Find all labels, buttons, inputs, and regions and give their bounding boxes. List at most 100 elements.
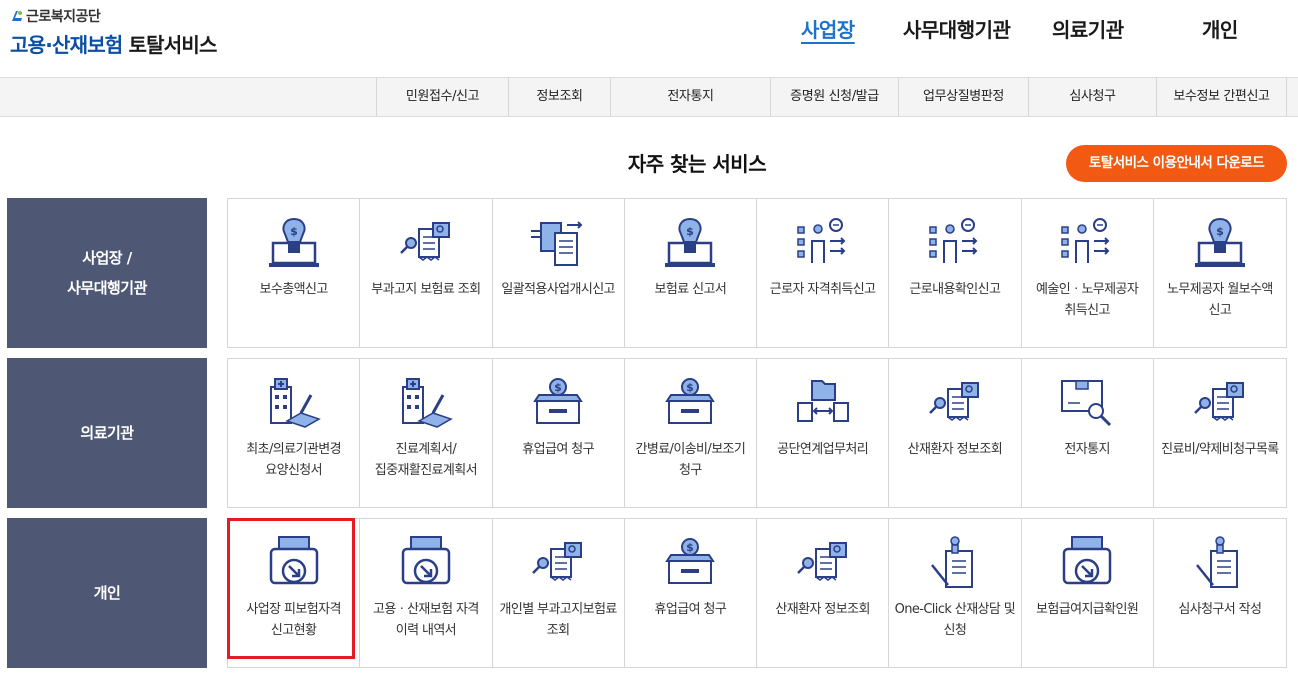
service-grid-medical: 최초/의료기관변경 요양신청서 진료계획서/집중재활진료계획서 $ 휴업급여 청구 $ 간…: [227, 358, 1287, 508]
money-laptop-icon: $: [659, 213, 721, 275]
service-item[interactable]: One-Click 산재상담 및 신청: [889, 519, 1022, 667]
service-item[interactable]: $ 휴업급여 청구: [493, 359, 625, 507]
service-item-label: 보수총액신고: [259, 282, 329, 297]
submenu-disease[interactable]: 업무상질병판정: [898, 78, 1028, 116]
service-item[interactable]: 진료비/약제비청구목록: [1154, 359, 1286, 507]
hospital-document-icon: [263, 373, 325, 435]
service-item-label: 보험료 신고서: [654, 282, 727, 297]
service-item-label: 노무제공자 월보수액 신고: [1166, 282, 1273, 318]
hospital-document-icon: [395, 373, 457, 435]
top-navigation: 사업장 사무대행기관 의료기관 개인: [0, 14, 1298, 44]
service-item[interactable]: 전자통지: [1022, 359, 1154, 507]
category-personal: 개인: [7, 518, 207, 668]
stamp-document-icon: [1189, 533, 1251, 595]
service-item-label: 휴업급여 청구: [522, 442, 594, 457]
document-search-icon: [924, 373, 986, 435]
nav-medical[interactable]: 의료기관: [1052, 14, 1124, 43]
service-item[interactable]: 산재환자 정보조회: [757, 519, 890, 667]
svg-text:$: $: [687, 541, 695, 554]
document-search-icon: [792, 533, 854, 595]
service-item-label: 부과고지 보험료 조회: [371, 282, 481, 297]
service-item-label: 전자통지: [1064, 442, 1110, 457]
svg-text:$: $: [290, 225, 298, 238]
service-item-label: 심사청구서 작성: [1178, 602, 1262, 617]
service-item-label: 고용ㆍ산재보험 자격 이력 내역서: [372, 602, 479, 638]
service-item[interactable]: 사업장 피보험자격 신고현황: [228, 519, 361, 667]
service-grid-workplace: $ 보수총액신고 부과고지 보험료 조회 일괄적용사업개시신고 $ 보험료 신고서 근로자 …: [227, 198, 1287, 348]
submenu-info[interactable]: 정보조회: [508, 78, 610, 116]
printer-download-icon: [395, 533, 457, 595]
category-medical: 의료기관: [7, 358, 207, 508]
svg-text:$: $: [1216, 225, 1224, 238]
service-item-label: 산재환자 정보조회: [907, 442, 1003, 457]
service-item[interactable]: $ 간병료/이송비/보조기 청구: [625, 359, 757, 507]
folder-exchange-icon: [792, 373, 854, 435]
service-item-label: 최초/의료기관변경 요양신청서: [246, 442, 341, 478]
category-label: 사업장 /: [82, 249, 132, 267]
monitor-search-icon: [1056, 373, 1118, 435]
service-item-label: 예술인ㆍ노무제공자 취득신고: [1036, 282, 1139, 318]
svg-text:$: $: [687, 225, 695, 238]
service-item[interactable]: 최초/의료기관변경 요양신청서: [228, 359, 361, 507]
service-item-label: 근로자 자격취득신고: [769, 282, 876, 297]
service-item[interactable]: $ 보험료 신고서: [625, 199, 757, 347]
service-item-label: 진료계획서/집중재활진료계획서: [374, 442, 478, 478]
document-search-icon: [395, 213, 457, 275]
service-item-label: 공단연계업무처리: [777, 442, 869, 457]
category-label: 의료기관: [80, 424, 134, 442]
site-header: 근로복지공단 고용·산재보험 토탈서비스 사업장 사무대행기관 의료기관 개인: [0, 0, 1298, 77]
printer-download-icon: [263, 533, 325, 595]
service-item[interactable]: $ 보수총액신고: [228, 199, 361, 347]
service-grid-personal: 사업장 피보험자격 신고현황 고용ㆍ산재보험 자격 이력 내역서 개인별 부과고지보…: [227, 518, 1287, 668]
service-item-label: 사업장 피보험자격 신고현황: [246, 602, 341, 638]
printer-download-icon: [1056, 533, 1118, 595]
service-item-label: 개인별 부과고지보험료 조회: [499, 602, 618, 638]
person-list-icon: [1056, 213, 1118, 275]
money-box-icon: $: [659, 373, 721, 435]
submenu-review[interactable]: 심사청구: [1028, 78, 1156, 116]
submenu-e-notice[interactable]: 전자통지: [610, 78, 770, 116]
guide-download-button[interactable]: 토탈서비스 이용안내서 다운로드: [1066, 145, 1287, 182]
service-item[interactable]: 공단연계업무처리: [757, 359, 890, 507]
service-item-label: 근로내용확인신고: [909, 282, 1001, 297]
service-item-label: 휴업급여 청구: [654, 602, 727, 617]
service-item[interactable]: 예술인ㆍ노무제공자 취득신고: [1022, 199, 1154, 347]
service-item[interactable]: 근로자 자격취득신고: [757, 199, 890, 347]
category-workplace: 사업장 / 사무대행기관: [7, 198, 207, 348]
service-item[interactable]: $ 노무제공자 월보수액 신고: [1154, 199, 1286, 347]
svg-text:$: $: [554, 381, 562, 394]
money-laptop-icon: $: [1189, 213, 1251, 275]
service-item[interactable]: 심사청구서 작성: [1154, 519, 1286, 667]
document-search-icon: [527, 533, 589, 595]
service-item[interactable]: 부과고지 보험료 조회: [360, 199, 493, 347]
stamp-document-icon: [924, 533, 986, 595]
person-list-icon: [792, 213, 854, 275]
money-laptop-icon: $: [263, 213, 325, 275]
category-label: 사무대행기관: [67, 279, 147, 297]
nav-workplace[interactable]: 사업장: [801, 14, 855, 43]
svg-text:$: $: [687, 381, 695, 394]
category-label: 개인: [93, 584, 121, 602]
service-item[interactable]: 산재환자 정보조회: [889, 359, 1022, 507]
submenu-certificate[interactable]: 증명원 신청/발급: [770, 78, 898, 116]
service-item[interactable]: 일괄적용사업개시신고: [493, 199, 625, 347]
service-item-label: 보험급여지급확인원: [1036, 602, 1139, 617]
sub-menu-bar: 민원접수/신고 정보조회 전자통지 증명원 신청/발급 업무상질병판정 심사청구…: [0, 77, 1298, 117]
service-item[interactable]: 진료계획서/집중재활진료계획서: [360, 359, 493, 507]
service-item-label: 간병료/이송비/보조기 청구: [635, 442, 746, 478]
submenu-complaint[interactable]: 민원접수/신고: [376, 78, 508, 116]
person-list-icon: [924, 213, 986, 275]
service-item-label: 일괄적용사업개시신고: [501, 282, 615, 297]
nav-agency[interactable]: 사무대행기관: [903, 14, 1011, 43]
service-item[interactable]: 고용ㆍ산재보험 자격 이력 내역서: [360, 519, 493, 667]
service-item[interactable]: $ 휴업급여 청구: [625, 519, 757, 667]
submenu-wage-report[interactable]: 보수정보 간편신고: [1156, 78, 1287, 116]
service-item[interactable]: 보험급여지급확인원: [1022, 519, 1154, 667]
document-transfer-icon: [527, 213, 589, 275]
document-search-icon: [1189, 373, 1251, 435]
service-item[interactable]: 개인별 부과고지보험료 조회: [493, 519, 625, 667]
service-item-label: 산재환자 정보조회: [775, 602, 870, 617]
money-box-icon: $: [527, 373, 589, 435]
service-item[interactable]: 근로내용확인신고: [889, 199, 1022, 347]
nav-personal[interactable]: 개인: [1202, 14, 1238, 43]
